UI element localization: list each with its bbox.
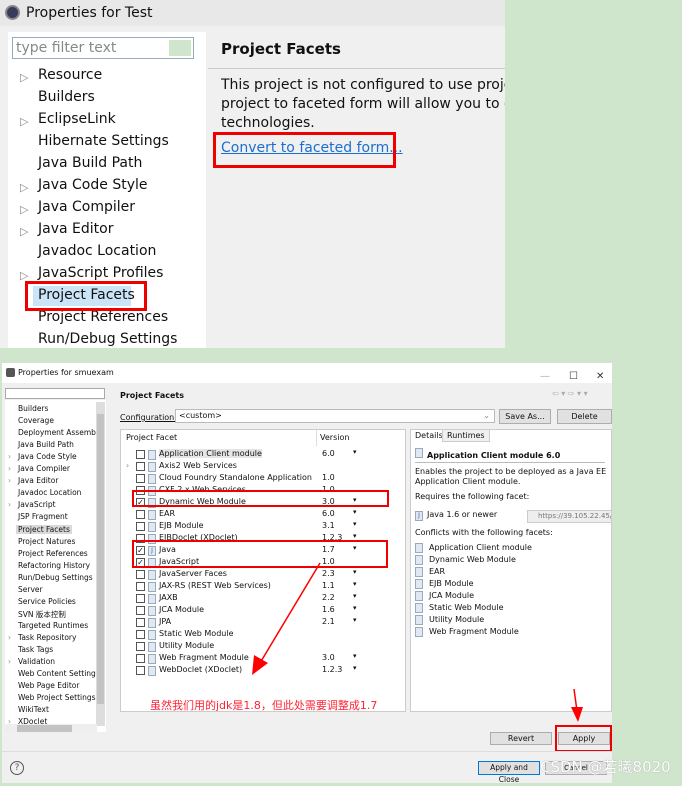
annotation-box-convert: [213, 132, 396, 168]
annotation-box-apply: [555, 725, 612, 752]
annotation-box-project-facets: [25, 281, 147, 311]
chevron-right-icon[interactable]: ▷: [20, 71, 28, 84]
page-title: Project Facets: [221, 40, 341, 58]
tree-item[interactable]: Java Code Style: [38, 177, 147, 193]
annotation-arrow-line: [259, 562, 321, 664]
revert-button[interactable]: Revert: [490, 732, 552, 745]
watermark: CSDN @若曦8020: [540, 758, 671, 776]
tree-item[interactable]: Run/Debug Settings: [38, 331, 177, 347]
eclipse-icon: [5, 5, 20, 20]
title-text: Properties for Test: [26, 5, 153, 21]
tree-item[interactable]: Javadoc Location: [38, 243, 156, 259]
description-line: technologies.: [221, 115, 315, 131]
annotation-arrow-head: [571, 707, 583, 722]
annotation-arrows: [252, 562, 583, 722]
chevron-right-icon[interactable]: ▷: [20, 225, 28, 238]
filter-input[interactable]: type filter text: [12, 37, 194, 59]
help-icon[interactable]: ?: [10, 761, 24, 775]
tree-item[interactable]: EclipseLink: [38, 111, 116, 127]
filter-placeholder: type filter text: [16, 40, 117, 56]
description: This project is not configured to use pr…: [221, 76, 505, 133]
annotation-arrow-head: [252, 655, 268, 675]
properties-dialog-smuexam: Properties for smuexam — ☐ ✕ Builders Cov…: [2, 363, 612, 784]
description-line: This project is not configured to use pr…: [221, 77, 505, 93]
divider: [208, 68, 505, 69]
tree-item[interactable]: Java Editor: [38, 221, 113, 237]
chevron-right-icon[interactable]: ▷: [20, 115, 28, 128]
chevron-right-icon[interactable]: ▷: [20, 181, 28, 194]
tree-item[interactable]: Java Compiler: [38, 199, 135, 215]
tree-item[interactable]: Builders: [38, 89, 95, 105]
description-line: project to faceted form will allow you t…: [221, 96, 505, 112]
apply-and-close-button[interactable]: Apply and Close: [478, 761, 540, 784]
tree-item[interactable]: JavaScript Profiles: [38, 265, 163, 281]
chevron-right-icon[interactable]: ▷: [20, 203, 28, 216]
tree-item[interactable]: Resource: [38, 67, 102, 83]
tree-item[interactable]: Hibernate Settings: [38, 133, 169, 149]
properties-dialog-test: Properties for Test type filter text Res…: [0, 0, 505, 348]
tree-item[interactable]: Java Build Path: [38, 155, 142, 171]
filter-clear-icon[interactable]: [169, 40, 191, 56]
tree-item[interactable]: Project References: [38, 309, 168, 325]
title-bar: Properties for Test: [0, 0, 505, 26]
